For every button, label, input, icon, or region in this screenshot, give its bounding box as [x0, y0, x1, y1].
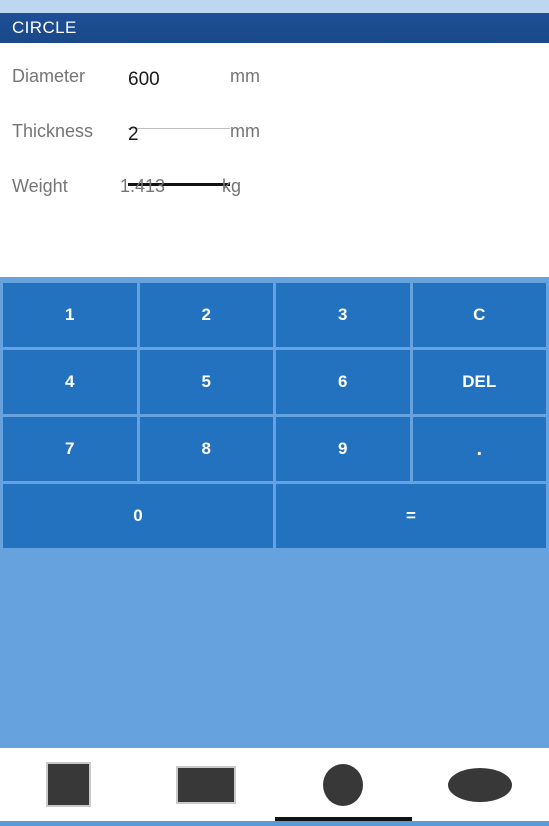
key-decimal[interactable]: .	[412, 417, 546, 481]
circle-icon	[323, 763, 364, 806]
ellipse-icon	[448, 767, 513, 802]
weight-unit: kg	[222, 175, 242, 196]
keypad-area: 1 2 3 C 4 5 6 DEL 7 8 9 . 0 =	[0, 277, 549, 748]
key-3[interactable]: 3	[276, 283, 410, 347]
key-6[interactable]: 6	[276, 350, 410, 414]
tab-circle[interactable]	[274, 748, 412, 821]
key-2[interactable]: 2	[139, 283, 273, 347]
key-8[interactable]: 8	[139, 417, 273, 481]
field-label-thickness: Thickness	[12, 120, 94, 141]
page-title: CIRCLE	[12, 18, 77, 37]
diameter-unit: mm	[230, 65, 260, 86]
key-9[interactable]: 9	[276, 417, 410, 481]
key-delete[interactable]: DEL	[412, 350, 546, 414]
field-label-diameter: Diameter	[12, 65, 86, 86]
numeric-keypad: 1 2 3 C 4 5 6 DEL 7 8 9 . 0 =	[3, 283, 546, 548]
field-row-diameter: Diameter 600 mm	[0, 56, 549, 96]
weight-value: 1.413	[120, 175, 166, 196]
rectangle-icon	[175, 765, 236, 804]
key-clear[interactable]: C	[412, 283, 546, 347]
thickness-value: 2	[128, 124, 139, 145]
form-area: Diameter 600 mm Thickness 2 mm Weight 1.…	[0, 43, 549, 277]
key-equals[interactable]: =	[276, 484, 546, 548]
tab-rectangle[interactable]	[137, 748, 274, 821]
thickness-unit: mm	[230, 120, 260, 141]
key-0[interactable]: 0	[3, 484, 273, 548]
key-5[interactable]: 5	[139, 350, 273, 414]
title-bar: CIRCLE	[0, 13, 549, 43]
key-4[interactable]: 4	[3, 350, 137, 414]
tab-square[interactable]	[0, 748, 137, 821]
diameter-value: 600	[128, 69, 160, 90]
shape-tab-bar	[0, 748, 549, 821]
thickness-input[interactable]: 2	[128, 116, 230, 146]
bottom-edge	[0, 821, 549, 826]
field-label-weight: Weight	[12, 175, 68, 196]
key-7[interactable]: 7	[3, 417, 137, 481]
field-row-weight: Weight 1.413 kg	[0, 166, 549, 206]
diameter-input[interactable]: 600	[128, 61, 230, 91]
app-root: CIRCLE Diameter 600 mm Thickness 2 mm We…	[0, 0, 549, 826]
field-row-thickness: Thickness 2 mm	[0, 111, 549, 151]
key-1[interactable]: 1	[3, 283, 137, 347]
tab-ellipse[interactable]	[412, 748, 549, 821]
square-icon	[46, 762, 92, 807]
status-strip	[0, 0, 549, 13]
